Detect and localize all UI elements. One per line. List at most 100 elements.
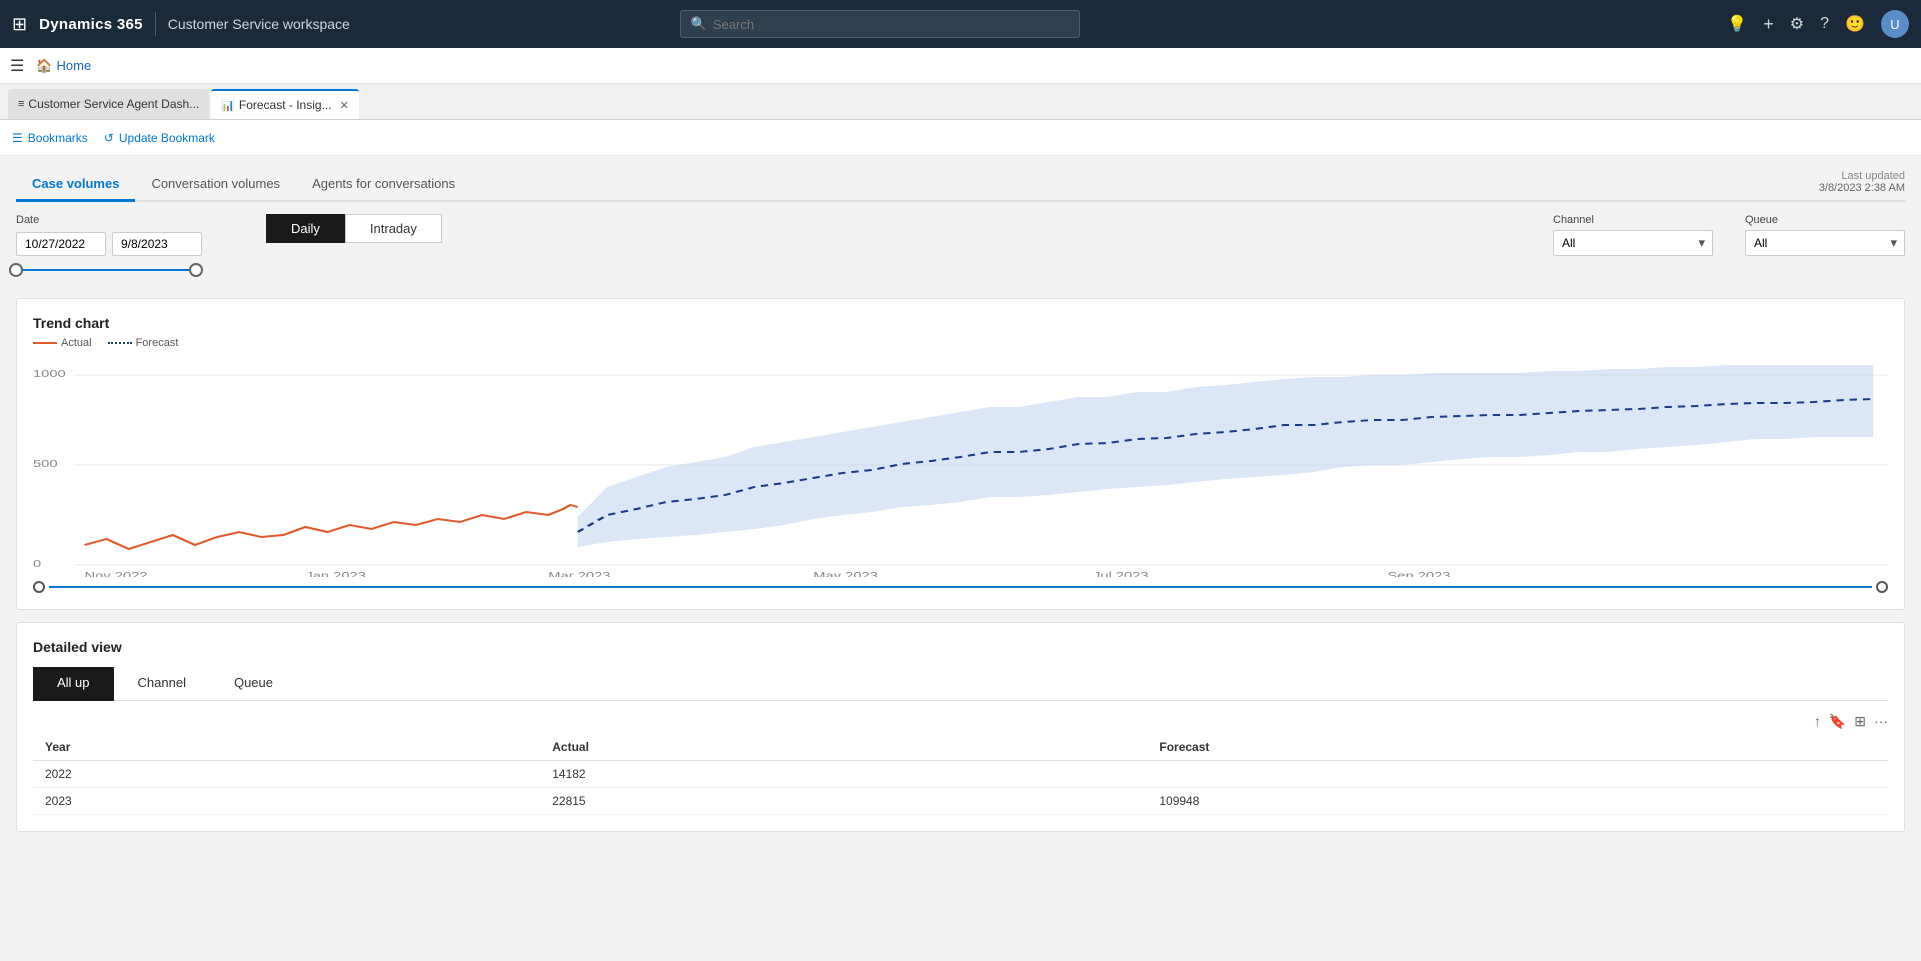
cell-forecast-0 (1147, 761, 1888, 788)
search-input[interactable] (713, 17, 1069, 32)
avatar[interactable]: U (1881, 10, 1909, 38)
update-bookmark-label: Update Bookmark (119, 131, 215, 145)
home-label: Home (57, 58, 92, 73)
queue-select-wrapper: All (1745, 230, 1905, 256)
table-row: 2023 22815 109948 (33, 788, 1888, 815)
hamburger-icon[interactable]: ☰ (10, 56, 24, 76)
sort-asc-icon[interactable]: ↑ (1814, 713, 1821, 730)
filter-row: Date Daily Intraday Channel All (16, 214, 1905, 282)
bookmark-table-icon[interactable]: 🔖 (1829, 713, 1846, 730)
last-updated: Last updated 3/8/2023 2:38 AM (1819, 170, 1905, 194)
legend-forecast-label: Forecast (136, 337, 179, 349)
expand-icon[interactable]: ⊞ (1854, 713, 1866, 730)
svg-text:500: 500 (33, 458, 58, 469)
table-row: 2022 14182 (33, 761, 1888, 788)
svg-text:Jul 2023: Jul 2023 (1093, 570, 1149, 577)
queue-filter: Queue All (1745, 214, 1905, 256)
channel-filter: Channel All (1553, 214, 1713, 256)
workspace-label: Customer Service workspace (168, 16, 350, 32)
bookmarks-icon: ☰ (12, 131, 23, 145)
more-options-icon[interactable]: ··· (1874, 713, 1888, 730)
search-bar[interactable]: 🔍 (680, 10, 1080, 38)
detail-tabs: All up Channel Queue (33, 667, 1888, 701)
bookmarks-button[interactable]: ☰ Bookmarks (12, 131, 88, 145)
view-toggle: Daily Intraday (266, 214, 442, 243)
tab2-close[interactable]: ✕ (340, 99, 349, 112)
cell-actual-0: 14182 (540, 761, 1147, 788)
date-label: Date (16, 214, 202, 226)
tabs-row: ≡ Customer Service Agent Dash... 📊 Forec… (0, 84, 1921, 120)
svg-text:May 2023: May 2023 (813, 570, 878, 577)
last-updated-label: Last updated (1819, 170, 1905, 182)
trend-chart-svg: 1000 500 0 Nov 2022 Jan 2023 Mar 2023 Ma… (33, 357, 1888, 577)
trend-chart-title: Trend chart (33, 315, 1888, 331)
svg-text:1000: 1000 (33, 368, 66, 379)
channel-label: Channel (1553, 214, 1713, 226)
tab-case-volumes[interactable]: Case volumes (16, 168, 135, 202)
intraday-toggle-button[interactable]: Intraday (345, 214, 442, 243)
date-slider[interactable] (16, 258, 202, 282)
chart-slider-fill (49, 586, 1872, 588)
chart-slider-right-thumb[interactable] (1876, 581, 1888, 593)
col-header-year: Year (33, 734, 540, 761)
cell-actual-1: 22815 (540, 788, 1147, 815)
cell-year-1: 2023 (33, 788, 540, 815)
home-icon: 🏠 (36, 58, 52, 74)
search-icon: 🔍 (691, 16, 707, 32)
tab-forecast[interactable]: 📊 Forecast - Insig... ✕ (211, 89, 359, 119)
col-header-actual: Actual (540, 734, 1147, 761)
nav-icons: 💡 + ⚙ ? 🙂 U (1727, 10, 1909, 38)
legend-forecast: Forecast (108, 337, 179, 349)
home-button[interactable]: 🏠 Home (30, 54, 97, 78)
chart-area: 1000 500 0 Nov 2022 Jan 2023 Mar 2023 Ma… (33, 357, 1888, 577)
svg-text:Sep 2023: Sep 2023 (1387, 570, 1450, 577)
bookmarks-label: Bookmarks (28, 131, 88, 145)
col-header-forecast: Forecast (1147, 734, 1888, 761)
tab2-icon: 📊 (221, 99, 235, 112)
lightbulb-icon[interactable]: 💡 (1727, 14, 1747, 34)
toolbar: ☰ Bookmarks ↺ Update Bookmark (0, 120, 1921, 156)
refresh-icon: ↺ (104, 131, 114, 145)
date-start-input[interactable] (16, 232, 106, 256)
tab-agents-conversations[interactable]: Agents for conversations (296, 168, 471, 202)
cell-forecast-1: 109948 (1147, 788, 1888, 815)
svg-text:Mar 2023: Mar 2023 (548, 570, 610, 577)
table-header-row: Year Actual Forecast (33, 734, 1888, 761)
chart-slider-track (49, 586, 1872, 588)
detail-title: Detailed view (33, 639, 1888, 655)
detail-tab-queue[interactable]: Queue (210, 667, 297, 701)
tab-customer-service-dash[interactable]: ≡ Customer Service Agent Dash... (8, 89, 209, 119)
date-inputs (16, 232, 202, 256)
settings-icon[interactable]: ⚙ (1790, 14, 1804, 34)
smiley-icon[interactable]: 🙂 (1845, 14, 1865, 34)
tab-conversation-volumes[interactable]: Conversation volumes (135, 168, 296, 202)
detail-tab-all-up[interactable]: All up (33, 667, 114, 701)
detail-table: Year Actual Forecast 2022 14182 2023 228… (33, 734, 1888, 815)
chart-legend: Actual Forecast (33, 337, 1888, 349)
svg-text:Nov 2022: Nov 2022 (85, 570, 148, 577)
queue-select[interactable]: All (1745, 230, 1905, 256)
slider-thumb-right[interactable] (189, 263, 203, 277)
slider-thumb-left[interactable] (9, 263, 23, 277)
add-icon[interactable]: + (1763, 14, 1774, 35)
update-bookmark-button[interactable]: ↺ Update Bookmark (104, 131, 215, 145)
tab1-icon: ≡ (18, 98, 24, 110)
help-icon[interactable]: ? (1820, 15, 1829, 33)
channel-select[interactable]: All (1553, 230, 1713, 256)
tab1-label: Customer Service Agent Dash... (28, 97, 199, 111)
grid-icon[interactable]: ⊞ (12, 14, 27, 35)
trend-chart-section: Trend chart Actual Forecast 1000 500 0 (16, 298, 1905, 610)
legend-actual-label: Actual (61, 337, 92, 349)
last-updated-value: 3/8/2023 2:38 AM (1819, 182, 1905, 194)
brand-label: Dynamics 365 (39, 16, 143, 33)
chart-slider-left-thumb[interactable] (33, 581, 45, 593)
date-end-input[interactable] (112, 232, 202, 256)
tab2-label: Forecast - Insig... (239, 98, 332, 112)
forecast-line-icon (108, 342, 132, 344)
detail-tab-channel[interactable]: Channel (114, 667, 210, 701)
channel-select-wrapper: All (1553, 230, 1713, 256)
nav-divider (155, 12, 156, 36)
cell-year-0: 2022 (33, 761, 540, 788)
daily-toggle-button[interactable]: Daily (266, 214, 345, 243)
chart-range-slider (33, 581, 1888, 593)
